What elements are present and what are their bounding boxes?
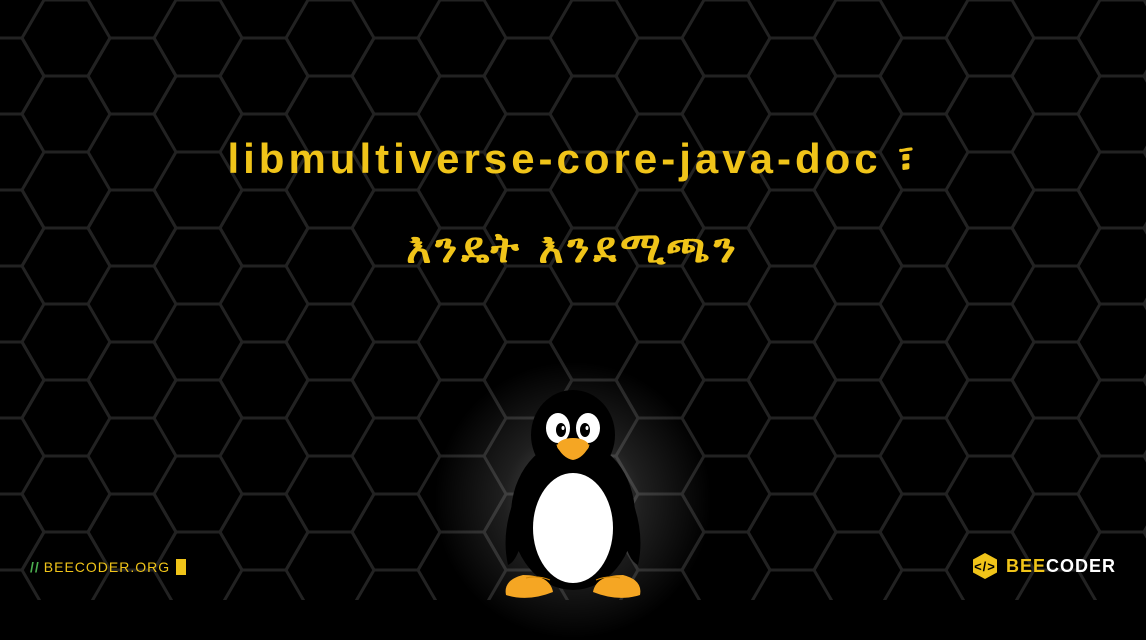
footer-brand: </> BEECODER [972,552,1116,580]
footer-url: // BEECODER.ORG [30,559,186,575]
cursor-icon [176,559,186,575]
slashes-text: // [30,559,40,575]
brand-text-2: CODER [1046,556,1116,576]
brand-text-1: BEE [1006,556,1046,576]
tux-penguin-icon [478,380,668,600]
footer-url-text: BEECODER.ORG [44,559,170,575]
penguin-container [478,380,668,600]
hexagon-icon: </> [972,552,998,580]
svg-text:</>: </> [974,559,996,574]
title-line-1: libmultiverse-core-java-doc ፣ [227,135,918,184]
title-line-2: እንዴት እንደሚጫን [406,224,739,273]
